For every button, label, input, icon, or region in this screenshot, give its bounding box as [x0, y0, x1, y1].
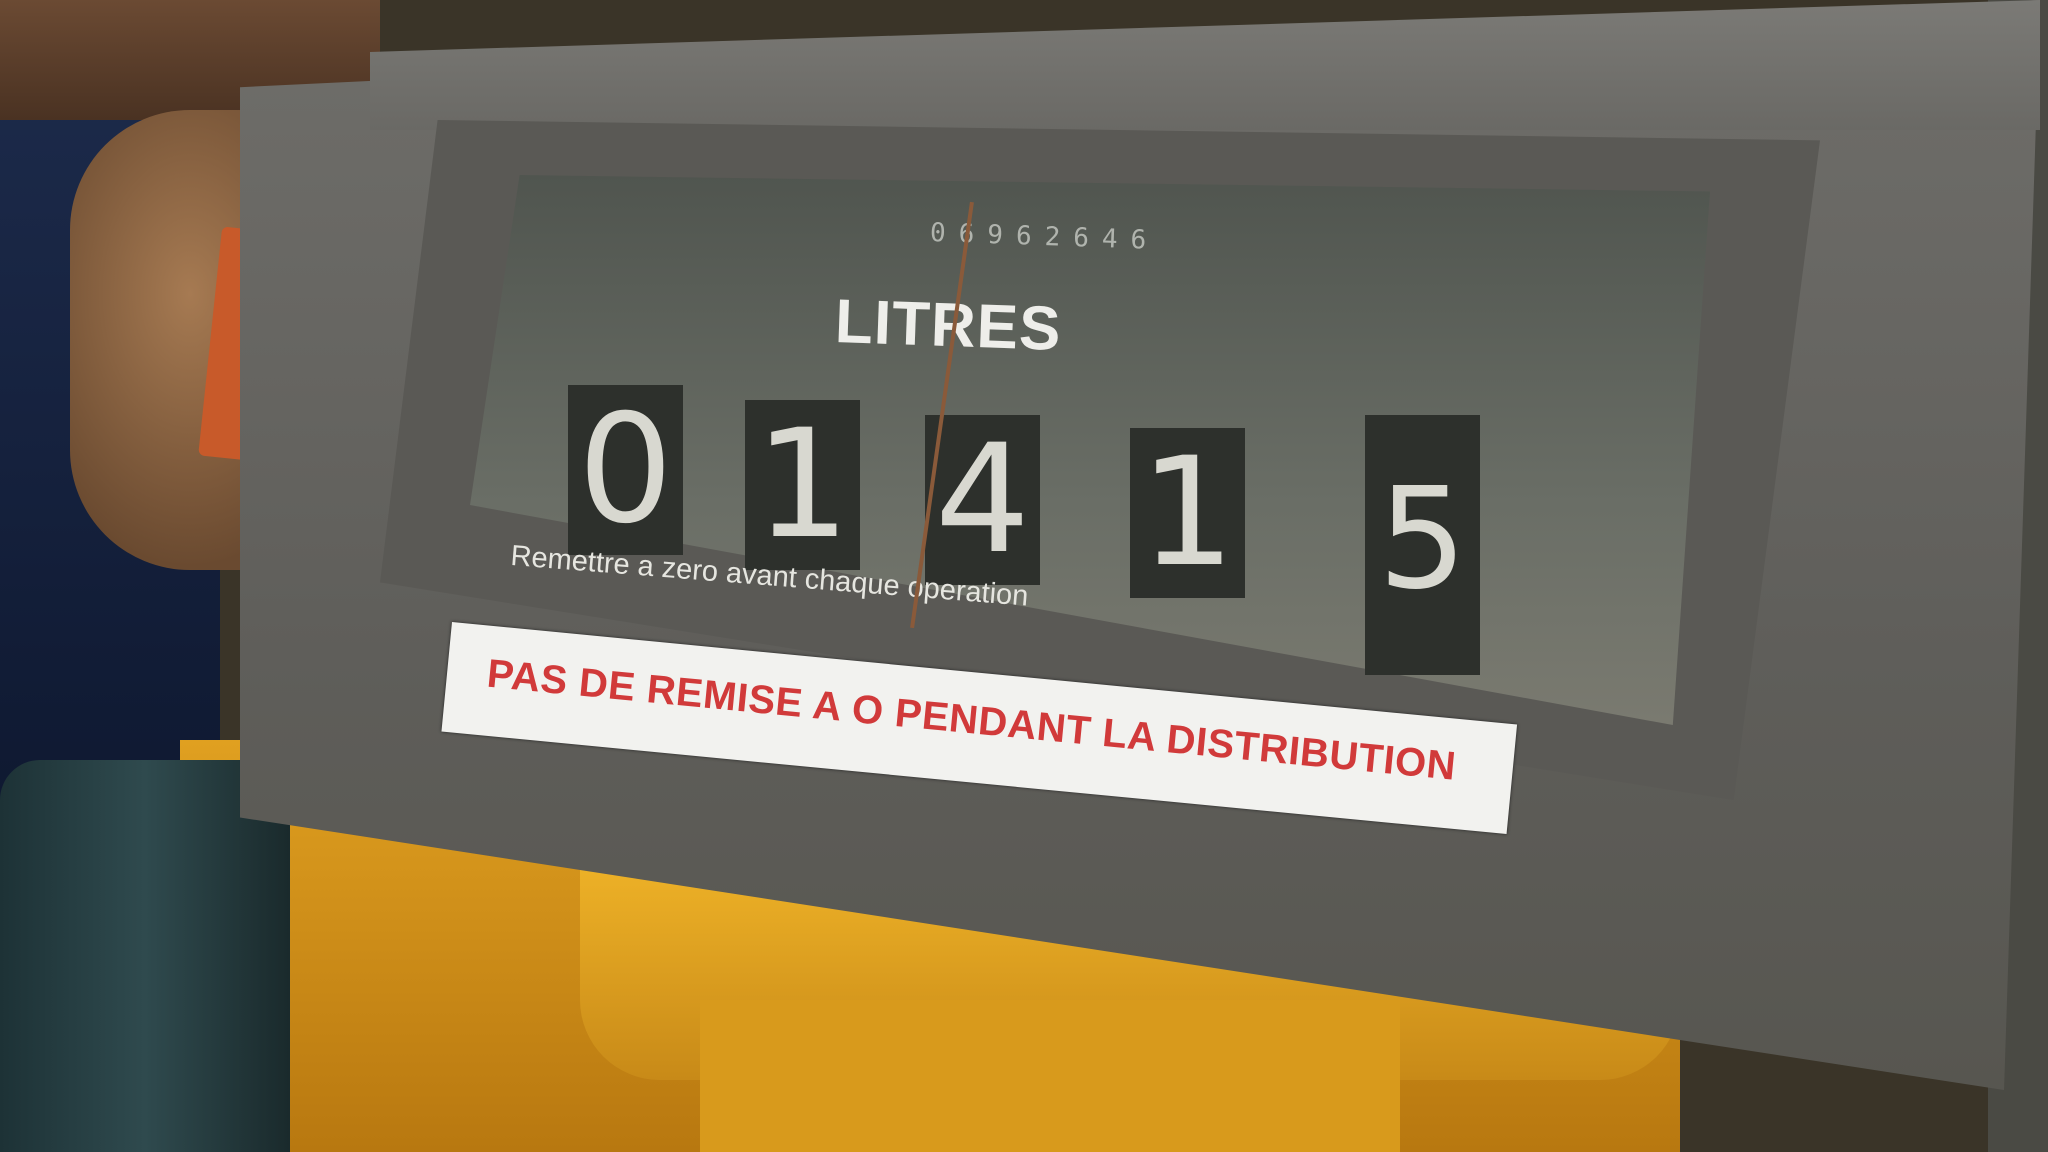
digit-wheel: 5	[1365, 415, 1480, 675]
digit-wheel: 1	[745, 400, 860, 570]
dark-cylinder	[0, 760, 290, 1152]
meter-lid	[370, 0, 2040, 130]
yellow-base	[700, 1000, 1400, 1152]
digit-wheel: 4	[925, 415, 1040, 585]
digit-wheel: 1	[1130, 428, 1245, 598]
digit-wheel: 0	[568, 385, 683, 555]
